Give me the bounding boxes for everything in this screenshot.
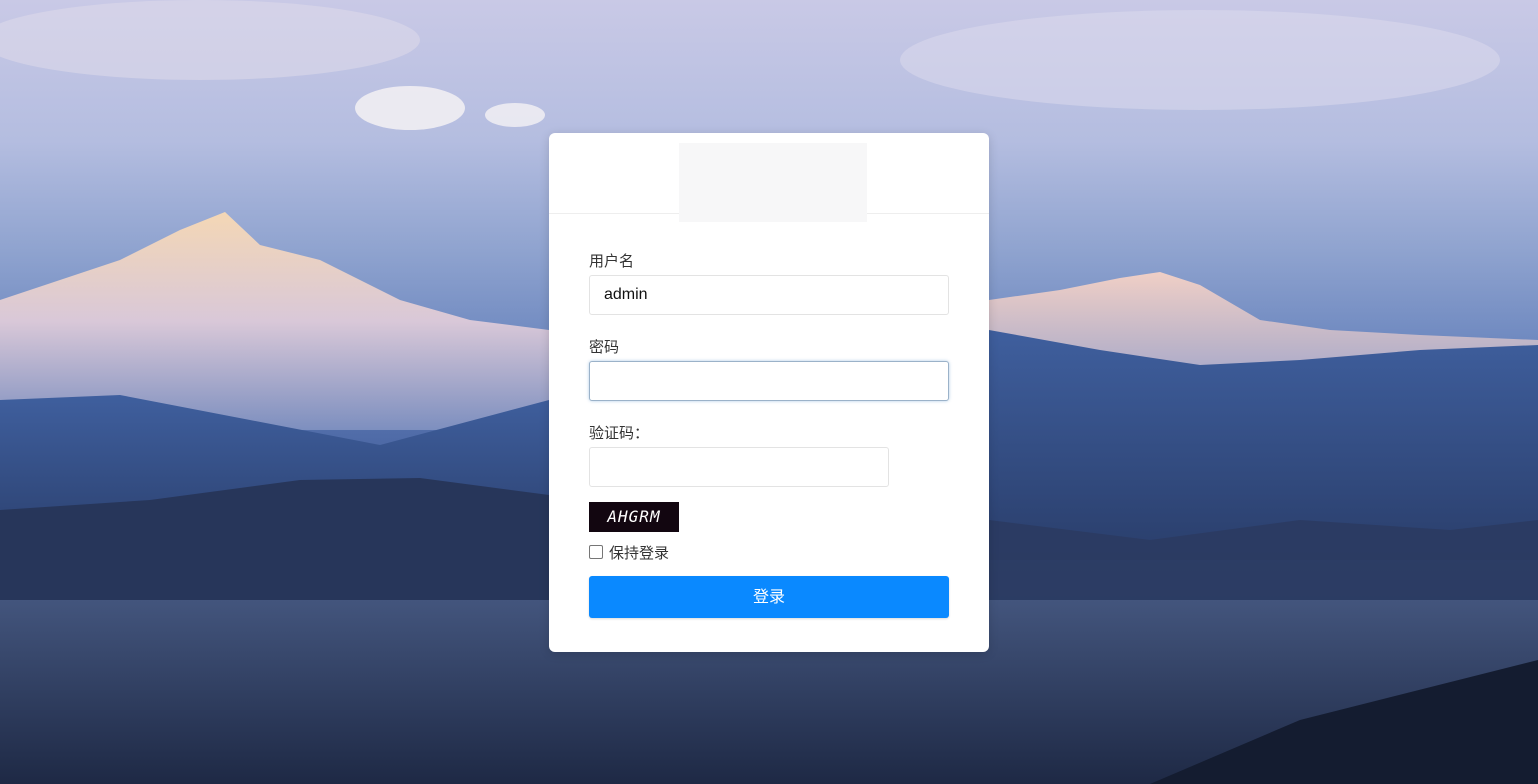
username-label: 用户名 — [589, 252, 635, 270]
logo-placeholder — [679, 143, 867, 222]
captcha-label: 验证码： — [589, 424, 650, 442]
login-card: 用户名 admin 密码 验证码： AHGRM 保持登录 登录 — [549, 133, 989, 652]
password-label: 密码 — [589, 338, 620, 356]
username-input[interactable]: admin — [589, 275, 949, 315]
captcha-input[interactable] — [589, 447, 889, 487]
captcha-image[interactable]: AHGRM — [589, 502, 679, 532]
password-input[interactable] — [589, 361, 949, 401]
remember-me-label[interactable]: 保持登录 — [609, 542, 669, 563]
captcha-image-text: AHGRM — [607, 507, 661, 526]
login-button[interactable]: 登录 — [589, 576, 949, 618]
remember-me-row[interactable]: 保持登录 — [589, 542, 669, 562]
remember-me-checkbox[interactable] — [589, 545, 603, 559]
